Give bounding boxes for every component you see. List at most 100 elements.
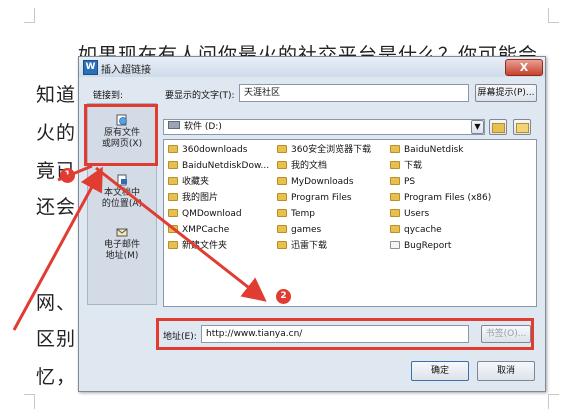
folder-icon [390,225,400,233]
file-list-item[interactable]: BaiduNetdiskDow... [168,160,269,172]
document-line-3: 火的 [36,122,77,144]
file-list-item-label: 360安全浏览器下载 [291,145,372,155]
file-list-item-label: 我的图片 [182,193,219,203]
folder-dropdown-button[interactable]: ▼ [471,120,484,134]
document-line-7: 区别 [36,328,77,350]
file-list-item-label: BaiduNetdiskDow... [182,161,270,171]
file-list-item[interactable]: 360downloads [168,144,247,156]
folder-icon [390,177,400,185]
dialog-titlebar[interactable]: W 插入超链接 X [79,57,545,77]
folder-icon [168,161,178,169]
display-text-label: 要显示的文字(T): [165,91,235,101]
folder-icon [168,193,178,201]
folder-icon [390,161,400,169]
nav-place-in-document[interactable]: 本文档中 的位置(A) [88,174,156,210]
file-list-item[interactable]: PS [390,176,415,188]
file-list-item[interactable]: 我的图片 [168,192,218,204]
file-list-item[interactable]: Users [390,208,429,220]
page-corner-mark [24,394,35,409]
up-folder-button[interactable] [489,119,507,135]
page-corner-mark [548,394,559,409]
page-corner-mark [24,8,35,23]
drive-icon [168,121,180,129]
browse-button[interactable] [513,119,531,135]
file-list-item[interactable]: games [277,224,321,236]
folder-icon [277,209,287,217]
file-list-item-label: 360downloads [182,145,248,155]
file-list-item[interactable]: Temp [277,208,315,220]
file-list-item-label: XMPCache [182,225,230,235]
file-list-item-label: QMDownload [182,209,242,219]
folder-icon [168,209,178,217]
file-list-item-label: 新建文件夹 [182,241,228,251]
page-corner-mark [548,8,559,23]
file-list-item[interactable]: 360安全浏览器下载 [277,144,371,156]
folder-icon [277,161,287,169]
ok-button[interactable]: 确定 [411,361,469,381]
document-place-icon [117,174,127,186]
display-text-input[interactable]: 天涯社区 [239,84,469,102]
file-list-item[interactable]: MyDownloads [277,176,354,188]
folder-select[interactable]: 软件 (D:) [163,119,485,135]
document-line-5: 还会 [36,196,77,218]
file-list-item-label: BaiduNetdisk [404,145,464,155]
file-list-item-label: 迅雷下载 [291,241,328,251]
file-list-item[interactable]: 我的文档 [277,160,327,172]
file-list-item-label: PS [404,177,416,187]
annotation-box-nav [84,104,158,166]
file-list-item[interactable]: Program Files [277,192,352,204]
folder-icon [168,145,178,153]
file-icon [390,241,400,249]
file-list-item[interactable]: BaiduNetdisk [390,144,464,156]
file-list-item[interactable]: 新建文件夹 [168,240,227,252]
file-list[interactable]: 360downloads BaiduNetdiskDow... 收藏夹我的图片 QMD… [163,139,537,307]
open-folder-icon [515,123,529,133]
file-list-item-label: Program Files [291,193,352,203]
folder-icon [168,225,178,233]
folder-icon [390,145,400,153]
file-list-item[interactable]: BugReport [390,240,451,252]
file-list-item-label: BugReport [404,241,452,251]
nav-email-address-label: 电子邮件 地址(M) [103,240,140,261]
file-list-item-label: Users [404,209,430,219]
screentip-button[interactable]: 屏幕提示(P)... [475,84,537,102]
close-button[interactable]: X [505,59,543,76]
file-list-item-label: Program Files (x86) [404,193,492,203]
folder-icon [390,193,400,201]
dialog-title: 插入超链接 [101,65,151,76]
folder-icon [168,241,178,249]
file-list-item[interactable]: 收藏夹 [168,176,209,188]
folder-icon [277,193,287,201]
file-list-item-label: MyDownloads [291,177,354,187]
folder-icon [277,177,287,185]
file-list-item-label: 我的文档 [291,161,328,171]
document-line-6: 网、 [36,292,77,314]
folder-icon [277,241,287,249]
document-line-2: 知道 [36,84,77,106]
mail-icon [116,228,128,237]
file-list-item[interactable]: Program Files (x86) [390,192,491,204]
wps-app-icon: W [83,60,98,75]
annotation-badge-1: 1 [60,168,75,183]
folder-icon [277,145,287,153]
folder-icon [390,209,400,217]
file-list-item[interactable]: XMPCache [168,224,229,236]
file-list-item-label: Temp [291,209,315,219]
file-list-item-label: games [291,225,322,235]
up-folder-icon [491,123,505,133]
document-line-8: 忆， [36,366,77,388]
file-list-item[interactable]: qycache [390,224,442,236]
folder-select-value: 软件 (D:) [184,122,222,132]
file-list-item[interactable]: 下载 [390,160,422,172]
nav-place-in-document-label: 本文档中 的位置(A) [101,188,143,209]
nav-email-address[interactable]: 电子邮件 地址(M) [88,226,156,262]
folder-icon [168,177,178,185]
file-list-item-label: 下载 [404,161,423,171]
cancel-button[interactable]: 取消 [477,361,535,381]
file-list-item-label: qycache [404,225,442,235]
file-list-item[interactable]: QMDownload [168,208,242,220]
link-to-label: 链接到: [93,91,124,101]
file-list-item-label: 收藏夹 [182,177,210,187]
file-list-item[interactable]: 迅雷下载 [277,240,327,252]
annotation-box-address [156,318,534,350]
